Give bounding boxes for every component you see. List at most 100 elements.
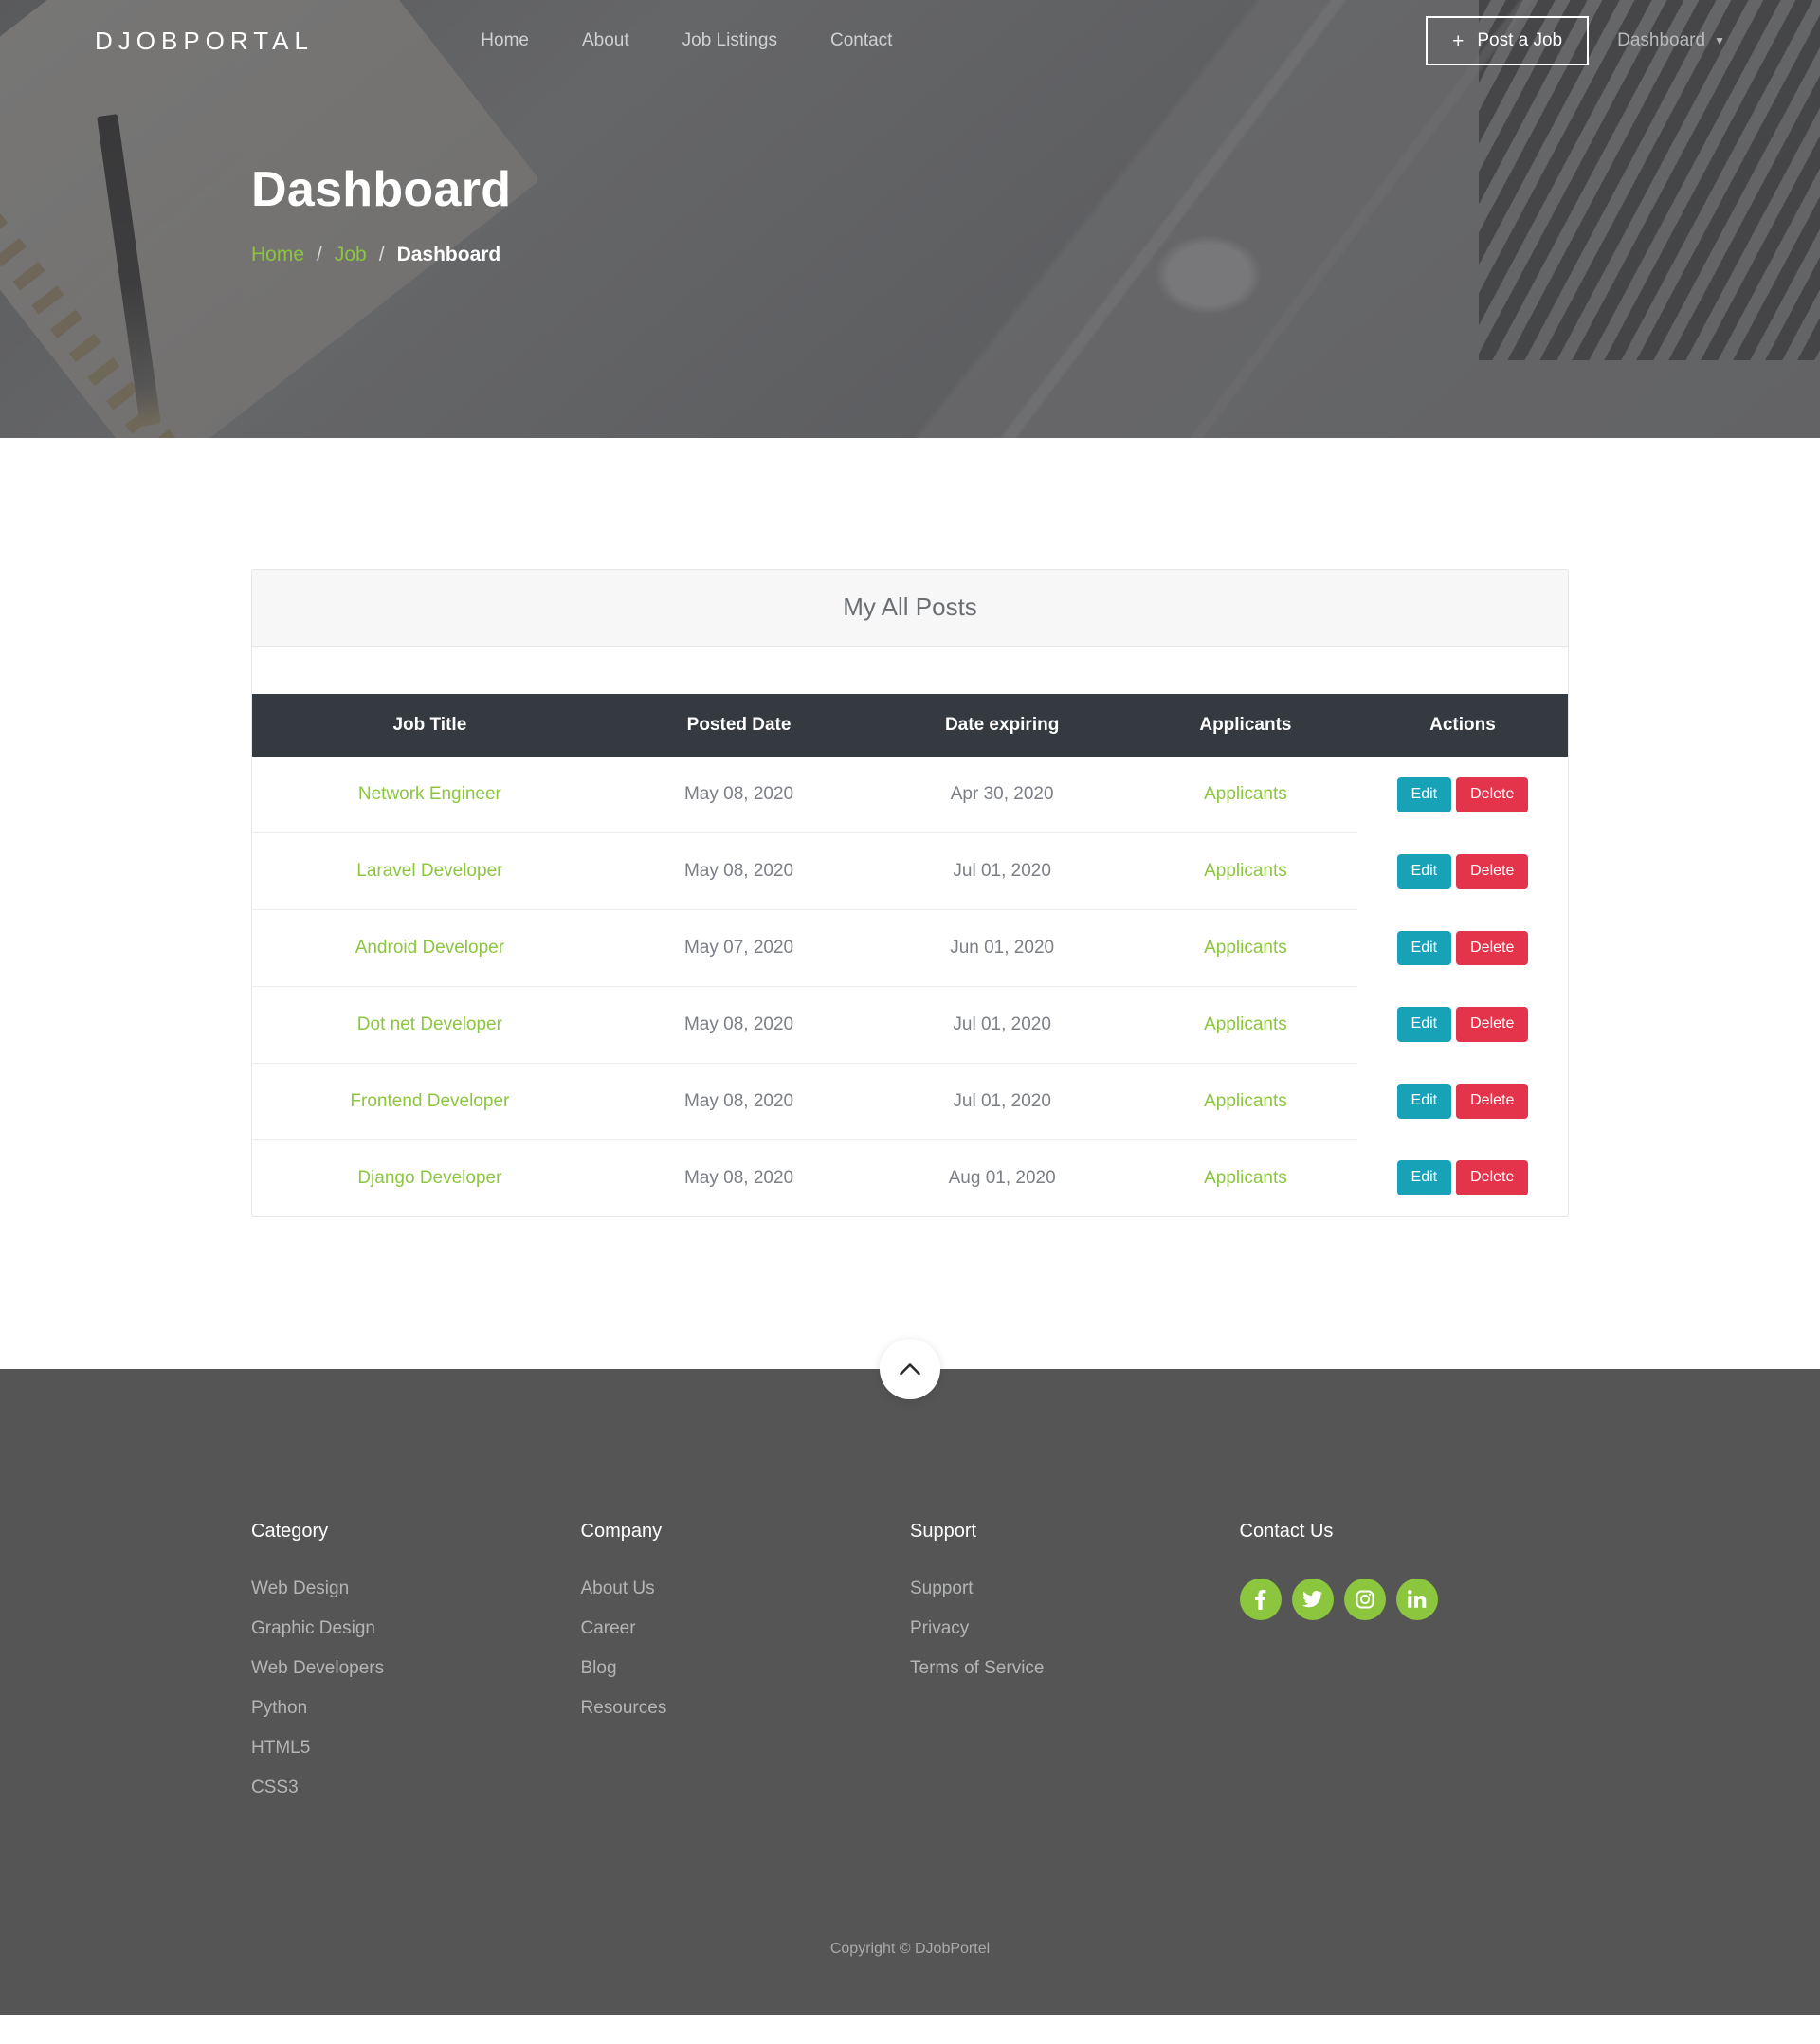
breadcrumb-job[interactable]: Job — [335, 244, 367, 266]
footer-list-category: Web Design Graphic Design Web Developers… — [251, 1579, 581, 1798]
row-action-buttons: Edit Delete — [1357, 930, 1568, 966]
row-action-buttons: Edit Delete — [1357, 1159, 1568, 1195]
table-row: Android Developer May 07, 2020 Jun 01, 2… — [252, 909, 1568, 987]
job-title-link[interactable]: Laravel Developer — [356, 861, 502, 881]
table-row: Dot net Developer May 08, 2020 Jul 01, 2… — [252, 985, 1568, 1064]
list-item: Blog — [581, 1658, 911, 1679]
post-a-job-label: Post a Job — [1477, 30, 1563, 50]
post-a-job-button[interactable]: + Post a Job — [1426, 16, 1590, 65]
footer-link-graphic-design[interactable]: Graphic Design — [251, 1618, 375, 1638]
footer-link-web-developers[interactable]: Web Developers — [251, 1658, 384, 1678]
list-item: CSS3 — [251, 1778, 581, 1798]
job-title-link[interactable]: Frontend Developer — [350, 1091, 509, 1111]
footer: Category Web Design Graphic Design Web D… — [0, 1369, 1820, 2015]
footer-link-python[interactable]: Python — [251, 1698, 307, 1718]
social-link-instagram[interactable] — [1343, 1578, 1386, 1620]
footer-heading-company: Company — [580, 1520, 663, 1542]
dashboard-dropdown[interactable]: Dashboard ▼ — [1617, 30, 1725, 51]
plus-icon: + — [1452, 29, 1465, 52]
footer-column-support: Support Support Privacy Terms of Service — [910, 1521, 1240, 1817]
date-expiring-cell: Jun 01, 2020 — [870, 909, 1134, 987]
table-row: Laravel Developer May 08, 2020 Jul 01, 2… — [252, 832, 1568, 910]
edit-button[interactable]: Edit — [1396, 1084, 1452, 1119]
posts-card-title: My All Posts — [843, 593, 977, 621]
main-content: My All Posts Job Title Posted Date Date … — [0, 438, 1820, 1369]
nav-item-home[interactable]: Home — [481, 30, 529, 51]
hero-content: Dashboard Home / Job / Dashboard — [0, 82, 1820, 266]
social-link-twitter[interactable] — [1291, 1578, 1334, 1620]
row-action-buttons: Edit Delete — [1357, 777, 1568, 812]
footer-link-html5[interactable]: HTML5 — [251, 1738, 310, 1758]
delete-button[interactable]: Delete — [1456, 1007, 1529, 1043]
footer-list-company: About Us Career Blog Resources — [581, 1579, 911, 1719]
table-top-spacer — [252, 647, 1568, 694]
job-title-link[interactable]: Android Developer — [355, 938, 504, 958]
delete-button[interactable]: Delete — [1456, 1084, 1529, 1119]
delete-button[interactable]: Delete — [1456, 853, 1529, 889]
scroll-to-top-button[interactable] — [880, 1338, 940, 1399]
delete-button[interactable]: Delete — [1456, 777, 1529, 812]
edit-button[interactable]: Edit — [1396, 1007, 1452, 1043]
edit-button[interactable]: Edit — [1396, 777, 1452, 812]
applicants-link[interactable]: Applicants — [1204, 784, 1287, 804]
list-item: Privacy — [910, 1618, 1240, 1639]
table-header-row: Job Title Posted Date Date expiring Appl… — [252, 694, 1568, 757]
breadcrumb-separator-2: / — [378, 244, 385, 266]
posted-date-cell: May 08, 2020 — [607, 832, 871, 910]
footer-column-company: Company About Us Career Blog Resources — [581, 1521, 911, 1817]
column-header-job-title: Job Title — [252, 694, 608, 757]
footer-link-web-design[interactable]: Web Design — [251, 1579, 349, 1598]
footer-list-support: Support Privacy Terms of Service — [910, 1579, 1240, 1679]
list-item: Graphic Design — [251, 1618, 581, 1639]
posted-date-cell: May 08, 2020 — [683, 784, 794, 805]
footer-heading-contact-us: Contact Us — [1239, 1520, 1334, 1542]
table-row: Network Engineer May 08, 2020 Apr 30, 20… — [252, 757, 1568, 833]
list-item: Resources — [581, 1698, 911, 1719]
delete-button[interactable]: Delete — [1456, 930, 1529, 966]
hero-section: DJOBPORTAL Home About Job Listings Conta… — [0, 0, 1820, 438]
date-expiring-cell: Jul 01, 2020 — [870, 832, 1134, 910]
list-item: HTML5 — [251, 1738, 581, 1759]
applicants-link[interactable]: Applicants — [1204, 1091, 1287, 1111]
job-title-link[interactable]: Network Engineer — [358, 784, 501, 804]
list-item: Web Developers — [251, 1658, 581, 1679]
social-link-linkedin[interactable] — [1395, 1578, 1438, 1620]
breadcrumb-current: Dashboard — [396, 244, 501, 266]
edit-button[interactable]: Edit — [1396, 853, 1452, 889]
posts-table-body: Network Engineer May 08, 2020 Apr 30, 20… — [252, 757, 1568, 1216]
applicants-link[interactable]: Applicants — [1204, 861, 1287, 881]
footer-column-contact: Contact Us — [1239, 1520, 1570, 1817]
navbar-actions: + Post a Job Dashboard ▼ — [1426, 16, 1725, 65]
breadcrumb-home[interactable]: Home — [251, 244, 304, 266]
main-nav: Home About Job Listings Contact — [481, 30, 892, 51]
applicants-link[interactable]: Applicants — [1204, 938, 1287, 958]
site-logo[interactable]: DJOBPORTAL — [95, 27, 314, 56]
posts-card-header: My All Posts — [252, 570, 1568, 647]
job-title-link[interactable]: Django Developer — [357, 1168, 501, 1188]
footer-link-support[interactable]: Support — [910, 1579, 974, 1598]
edit-button[interactable]: Edit — [1396, 1159, 1452, 1195]
applicants-link[interactable]: Applicants — [1204, 1014, 1287, 1034]
footer-link-resources[interactable]: Resources — [581, 1698, 667, 1718]
actions-cell: Edit Delete — [1357, 833, 1568, 910]
footer-link-career[interactable]: Career — [581, 1618, 636, 1638]
footer-link-css3[interactable]: CSS3 — [251, 1778, 299, 1798]
footer-link-about-us[interactable]: About Us — [581, 1579, 655, 1598]
nav-item-contact[interactable]: Contact — [830, 30, 892, 51]
footer-link-terms-of-service[interactable]: Terms of Service — [910, 1658, 1044, 1678]
twitter-icon — [1302, 1590, 1322, 1608]
nav-item-job-listings[interactable]: Job Listings — [682, 30, 777, 51]
applicants-link[interactable]: Applicants — [1204, 1168, 1287, 1188]
row-action-buttons: Edit Delete — [1357, 1007, 1568, 1043]
social-link-facebook[interactable] — [1239, 1578, 1282, 1620]
social-links — [1239, 1578, 1570, 1620]
nav-item-about[interactable]: About — [582, 30, 629, 51]
footer-link-blog[interactable]: Blog — [581, 1658, 617, 1678]
breadcrumb: Home / Job / Dashboard — [251, 244, 1820, 266]
footer-link-privacy[interactable]: Privacy — [910, 1618, 969, 1638]
delete-button[interactable]: Delete — [1456, 1159, 1529, 1195]
posted-date-cell: May 08, 2020 — [607, 1062, 871, 1140]
edit-button[interactable]: Edit — [1396, 930, 1452, 966]
posts-table-head: Job Title Posted Date Date expiring Appl… — [252, 694, 1568, 757]
job-title-link[interactable]: Dot net Developer — [357, 1014, 502, 1034]
